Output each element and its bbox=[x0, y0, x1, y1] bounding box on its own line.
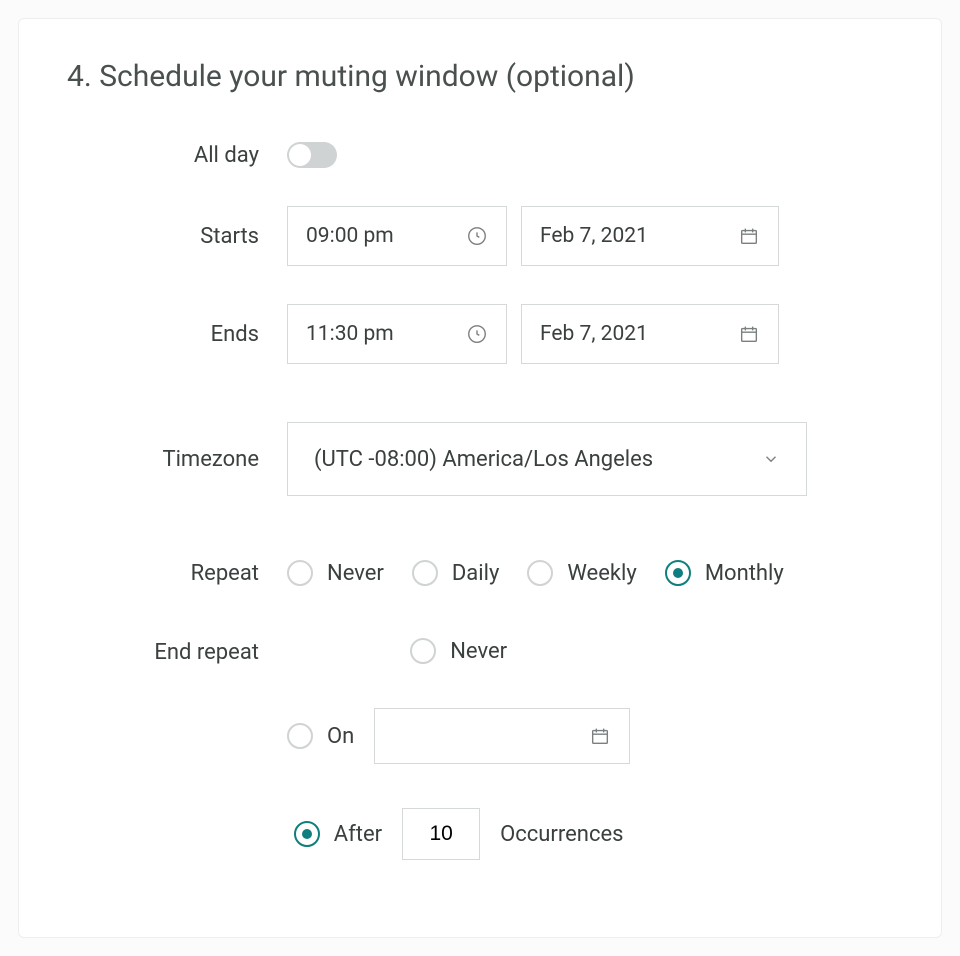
row-timezone: Timezone (UTC -08:00) America/Los Angele… bbox=[67, 422, 893, 496]
timezone-select[interactable]: (UTC -08:00) America/Los Angeles bbox=[287, 422, 807, 496]
radio-label: Daily bbox=[452, 561, 500, 586]
repeat-radio-monthly[interactable]: Monthly bbox=[665, 560, 784, 586]
starts-time-input[interactable]: 09:00 pm bbox=[287, 206, 507, 266]
radio-label: Never bbox=[327, 561, 384, 586]
end-repeat-radio-on[interactable]: On bbox=[287, 723, 354, 749]
radio-label: After bbox=[334, 822, 382, 847]
starts-date-value: Feb 7, 2021 bbox=[540, 224, 738, 248]
end-repeat-on-date-input[interactable] bbox=[374, 708, 630, 764]
row-starts: Starts 09:00 pm Feb 7, 2021 bbox=[67, 206, 893, 266]
repeat-radio-daily[interactable]: Daily bbox=[412, 560, 500, 586]
radio-label: Never bbox=[450, 639, 507, 664]
ends-time-input[interactable]: 11:30 pm bbox=[287, 304, 507, 364]
starts-date-input[interactable]: Feb 7, 2021 bbox=[521, 206, 779, 266]
repeat-radio-weekly[interactable]: Weekly bbox=[527, 560, 636, 586]
clock-icon bbox=[466, 323, 488, 345]
radio-label: Weekly bbox=[567, 561, 636, 586]
radio-circle bbox=[287, 560, 313, 586]
label-end-repeat: End repeat bbox=[67, 638, 287, 665]
end-repeat-radio-after[interactable]: After bbox=[294, 821, 382, 847]
radio-dot bbox=[302, 829, 312, 839]
end-repeat-never-row: Never bbox=[410, 638, 507, 664]
end-repeat-on-row: On bbox=[287, 708, 630, 764]
radio-label: On bbox=[327, 724, 354, 749]
ends-time-value: 11:30 pm bbox=[306, 322, 466, 346]
row-all-day: All day bbox=[67, 142, 893, 168]
ends-date-input[interactable]: Feb 7, 2021 bbox=[521, 304, 779, 364]
row-repeat: Repeat Never Daily Weekly Monthly bbox=[67, 560, 893, 586]
starts-time-value: 09:00 pm bbox=[306, 224, 466, 248]
occurrences-label: Occurrences bbox=[500, 822, 623, 847]
end-repeat-after-row: After Occurrences bbox=[294, 808, 624, 860]
all-day-toggle[interactable] bbox=[287, 142, 337, 168]
calendar-icon bbox=[738, 225, 760, 247]
label-timezone: Timezone bbox=[67, 447, 287, 472]
radio-circle bbox=[412, 560, 438, 586]
label-repeat: Repeat bbox=[67, 561, 287, 586]
label-starts: Starts bbox=[67, 224, 287, 249]
end-repeat-radio-never[interactable]: Never bbox=[410, 638, 507, 664]
calendar-icon bbox=[589, 725, 611, 747]
radio-circle bbox=[294, 821, 320, 847]
radio-circle bbox=[665, 560, 691, 586]
radio-label: Monthly bbox=[705, 561, 784, 586]
repeat-radio-never[interactable]: Never bbox=[287, 560, 384, 586]
section-title: 4. Schedule your muting window (optional… bbox=[67, 59, 893, 94]
radio-circle bbox=[527, 560, 553, 586]
occurrences-input[interactable] bbox=[402, 808, 480, 860]
radio-circle bbox=[287, 723, 313, 749]
toggle-knob bbox=[289, 144, 311, 166]
schedule-panel: 4. Schedule your muting window (optional… bbox=[18, 18, 942, 938]
chevron-down-icon bbox=[762, 450, 780, 468]
clock-icon bbox=[466, 225, 488, 247]
row-ends: Ends 11:30 pm Feb 7, 2021 bbox=[67, 304, 893, 364]
ends-date-value: Feb 7, 2021 bbox=[540, 322, 738, 346]
timezone-selected-value: (UTC -08:00) America/Los Angeles bbox=[314, 447, 653, 472]
label-ends: Ends bbox=[67, 322, 287, 347]
radio-circle bbox=[410, 638, 436, 664]
row-end-repeat: End repeat Never On bbox=[67, 638, 893, 860]
calendar-icon bbox=[738, 323, 760, 345]
radio-dot bbox=[673, 568, 683, 578]
label-all-day: All day bbox=[67, 143, 287, 168]
